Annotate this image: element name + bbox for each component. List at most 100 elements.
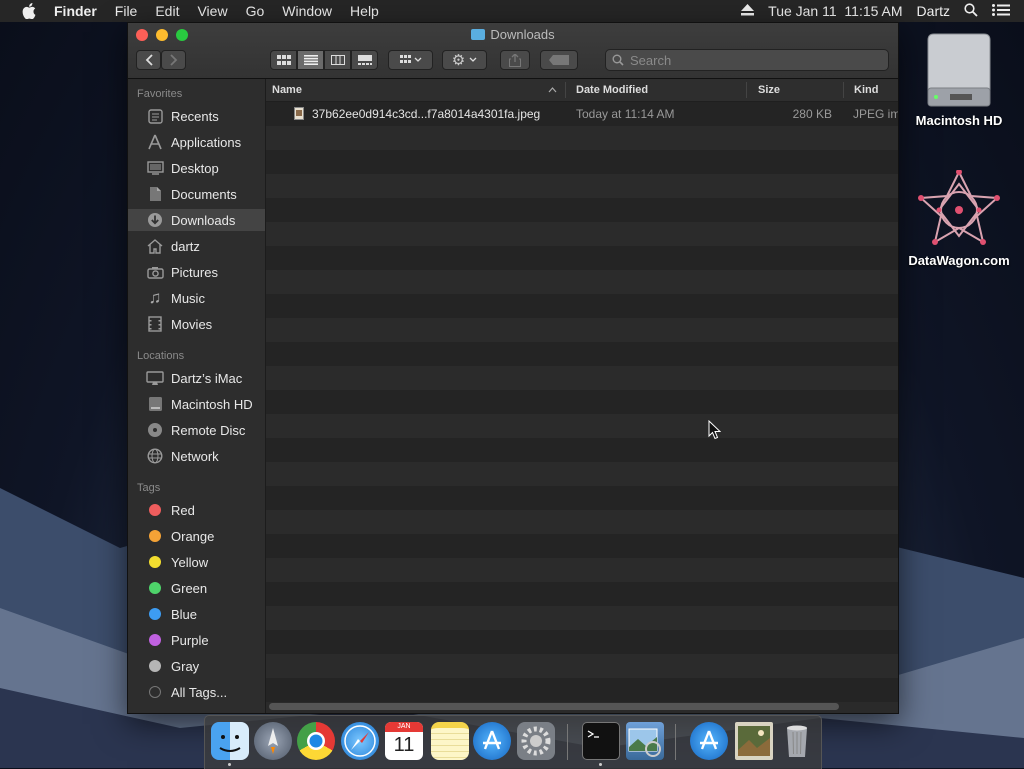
menu-window[interactable]: Window — [282, 3, 332, 19]
icon-view-button[interactable] — [270, 50, 297, 70]
movies-icon — [146, 315, 164, 333]
search-field[interactable] — [605, 49, 889, 71]
running-indicator — [228, 763, 231, 766]
sidebar-item-imac[interactable]: Dartz’s iMac — [128, 367, 265, 389]
menu-bar: Finder File Edit View Go Window Help Tue… — [0, 0, 1024, 22]
app-store-icon[interactable] — [473, 722, 511, 760]
forward-button[interactable] — [161, 50, 186, 70]
app-store-downloads-icon[interactable] — [690, 722, 728, 760]
search-icon — [612, 54, 624, 66]
safari-icon[interactable] — [341, 722, 379, 760]
sidebar-item-applications[interactable]: Applications — [128, 131, 265, 153]
dock-separator — [675, 724, 676, 760]
mouse-cursor-icon — [708, 420, 721, 440]
notification-center-icon[interactable] — [992, 3, 1010, 19]
menubar-clock[interactable]: Tue Jan 11 11:15 AM — [768, 3, 902, 19]
sidebar-item-label: Remote Disc — [171, 422, 246, 438]
sidebar-item-recents[interactable]: Recents — [128, 105, 265, 127]
menu-go[interactable]: Go — [246, 3, 265, 19]
eject-icon[interactable] — [741, 3, 755, 19]
sidebar-item-documents[interactable]: Documents — [128, 183, 265, 205]
sidebar-item-music[interactable]: ♫ Music — [128, 287, 265, 309]
tag-label: Green — [171, 580, 208, 596]
gear-icon: ⚙ — [451, 52, 466, 69]
share-button[interactable] — [500, 50, 530, 70]
sidebar-all-tags[interactable]: All Tags... — [128, 681, 265, 703]
column-divider[interactable] — [565, 82, 566, 98]
sidebar-item-network[interactable]: Network — [128, 445, 265, 467]
share-icon — [509, 53, 521, 67]
sidebar-item-movies[interactable]: Movies — [128, 313, 265, 335]
calendar-icon[interactable]: JAN 11 — [385, 722, 423, 760]
column-divider[interactable] — [746, 82, 747, 98]
sidebar-tag-red[interactable]: Red — [128, 499, 265, 521]
edit-tags-button[interactable] — [540, 50, 578, 70]
home-icon — [146, 237, 164, 255]
sidebar-item-label: Music — [171, 290, 205, 306]
chevron-down-icon — [469, 57, 477, 62]
sidebar-item-remote-disc[interactable]: Remote Disc — [128, 419, 265, 441]
calendar-day: 11 — [393, 734, 415, 756]
notes-icon[interactable] — [431, 722, 469, 760]
sidebar-tag-blue[interactable]: Blue — [128, 603, 265, 625]
tag-label: Yellow — [171, 554, 209, 570]
menu-edit[interactable]: Edit — [155, 3, 179, 19]
sidebar-item-downloads[interactable]: Downloads — [128, 209, 265, 231]
sidebar-item-desktop[interactable]: Desktop — [128, 157, 265, 179]
column-name[interactable]: Name — [272, 84, 302, 96]
sidebar-item-label: Network — [171, 448, 219, 464]
chevron-left-icon — [145, 54, 153, 66]
column-date-modified[interactable]: Date Modified — [576, 84, 648, 96]
sidebar-item-home[interactable]: dartz — [128, 235, 265, 257]
gallery-view-button[interactable] — [351, 50, 378, 70]
hard-drive-icon — [927, 33, 991, 107]
action-button[interactable]: ⚙ — [442, 50, 487, 70]
column-size[interactable]: Size — [758, 84, 780, 96]
image-file-icon[interactable] — [735, 722, 773, 760]
window-title-text: Downloads — [490, 27, 555, 42]
desktop-macintosh-hd[interactable]: Macintosh HD — [906, 32, 1012, 128]
apple-menu-icon[interactable] — [18, 0, 40, 22]
launchpad-icon[interactable] — [254, 722, 292, 760]
list-view-button[interactable] — [297, 50, 324, 70]
column-kind[interactable]: Kind — [854, 84, 878, 96]
tag-blue-dot — [149, 608, 161, 620]
column-divider[interactable] — [843, 82, 844, 98]
file-row[interactable]: 37b62ee0d914c3cd...f7a8014a4301fa.jpeg T… — [266, 102, 898, 126]
group-by-button[interactable] — [388, 50, 433, 70]
tag-orange-dot — [149, 530, 161, 542]
preview-icon[interactable] — [626, 722, 664, 760]
finder-icon[interactable] — [211, 722, 249, 760]
file-list-background[interactable] — [266, 102, 898, 702]
network-icon — [146, 447, 164, 465]
sidebar-item-pictures[interactable]: Pictures — [128, 261, 265, 283]
search-input[interactable] — [628, 51, 872, 69]
horizontal-scrollbar[interactable] — [269, 703, 839, 710]
disk-icon — [146, 395, 164, 413]
sidebar-tag-orange[interactable]: Orange — [128, 525, 265, 547]
window-titlebar[interactable]: Downloads ⚙ — [128, 23, 898, 79]
trash-icon[interactable] — [778, 722, 816, 760]
back-button[interactable] — [136, 50, 161, 70]
menu-file[interactable]: File — [115, 3, 138, 19]
menu-view[interactable]: View — [197, 3, 227, 19]
group-icon — [399, 55, 421, 63]
imac-icon — [146, 369, 164, 387]
terminal-icon[interactable] — [582, 722, 620, 760]
sidebar-tag-gray[interactable]: Gray — [128, 655, 265, 677]
spotlight-icon[interactable] — [964, 2, 978, 20]
menubar-user[interactable]: Dartz — [917, 3, 950, 19]
sidebar-tag-yellow[interactable]: Yellow — [128, 551, 265, 573]
system-preferences-icon[interactable] — [517, 722, 555, 760]
menu-app-name[interactable]: Finder — [54, 3, 97, 19]
sidebar-item-macintosh-hd[interactable]: Macintosh HD — [128, 393, 265, 415]
tag-icon — [549, 55, 569, 65]
tag-green-dot — [149, 582, 161, 594]
menu-help[interactable]: Help — [350, 3, 379, 19]
column-view-button[interactable] — [324, 50, 351, 70]
sidebar-item-label: Downloads — [171, 212, 236, 228]
sidebar-tag-purple[interactable]: Purple — [128, 629, 265, 651]
chrome-icon[interactable] — [297, 722, 335, 760]
desktop-datawagon[interactable]: DataWagon.com — [900, 169, 1018, 268]
sidebar-tag-green[interactable]: Green — [128, 577, 265, 599]
